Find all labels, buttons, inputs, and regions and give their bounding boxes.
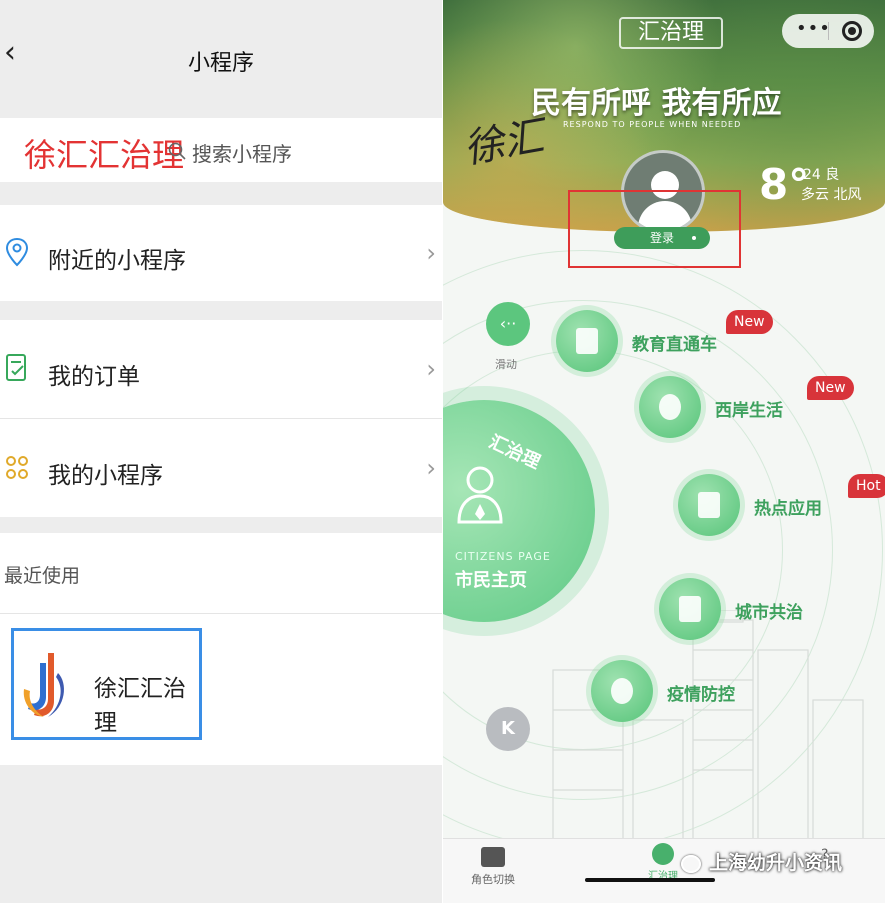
building-icon <box>659 578 721 640</box>
menu-label: 疫情防控 <box>667 685 735 705</box>
cell-label: 附近的小程序 <box>48 248 186 274</box>
mini-program-icon <box>6 456 28 479</box>
new-badge: New <box>726 310 773 334</box>
cell-label: 我的小程序 <box>48 463 163 489</box>
page-title: 小程序 <box>187 51 254 76</box>
weather-condition: 多云 北风 <box>801 187 862 203</box>
cell-nearby-mini-programs[interactable]: 附近的小程序 › <box>0 205 442 301</box>
slogan-en: RESPOND TO PEOPLE WHEN NEEDED <box>563 120 742 129</box>
wechat-icon <box>681 854 701 873</box>
watermark-text: 上海幼升小资讯 <box>709 852 843 874</box>
huizhili-home-screen: 汇治理 ••• 民有所呼 我有所应 RESPOND TO PEOPLE WHEN… <box>443 0 885 903</box>
search-row[interactable]: 徐汇汇治理 搜索小程序 <box>0 118 442 182</box>
recent-section: 最近使用 徐汇汇治理 <box>0 533 442 765</box>
search-query-text: 徐汇汇治理 <box>24 136 185 174</box>
recent-header: 最近使用 <box>4 565 81 587</box>
collapse-button[interactable]: K <box>486 707 530 751</box>
city-skyline-illustration <box>552 610 864 840</box>
more-icon[interactable]: ••• <box>796 18 831 39</box>
mini-program-capsule[interactable]: ••• <box>782 14 874 48</box>
login-label: 登录 <box>649 231 674 245</box>
dot-icon <box>692 236 696 240</box>
heart-leaf-icon <box>639 376 701 438</box>
login-button[interactable]: 登录 <box>614 227 710 249</box>
search-placeholder: 搜索小程序 <box>192 142 292 166</box>
search-icon <box>168 142 186 160</box>
menu-label: 教育直通车 <box>632 335 717 355</box>
app-logo-icon <box>23 653 64 717</box>
citizen-page-cn: 市民主页 <box>455 570 527 591</box>
app-title: 汇治理 <box>619 17 723 49</box>
mini-program-list-screen: ‹ 小程序 徐汇汇治理 搜索小程序 附近的小程序 › 我的订单 › 我的小程序 … <box>0 0 442 903</box>
tab-role-switch[interactable]: 角色切换 <box>463 847 523 887</box>
swipe-arrow-icon: ‹·· <box>499 314 517 333</box>
chevron-right-icon: › <box>426 355 436 383</box>
menu-label: 热点应用 <box>754 499 822 519</box>
chevron-right-icon: › <box>426 454 436 482</box>
cell-label: 我的订单 <box>48 364 140 390</box>
home-indicator <box>585 878 715 882</box>
grid-apps-icon <box>678 474 740 536</box>
role-switch-icon <box>481 847 505 867</box>
nav-bar: ‹ 小程序 <box>0 0 442 115</box>
citizen-person-icon <box>457 466 503 524</box>
weather-aqi: 24 良 <box>803 167 840 183</box>
cell-my-orders[interactable]: 我的订单 › <box>0 320 442 418</box>
collapse-icon: K <box>501 718 515 739</box>
chevron-right-icon: › <box>426 239 436 267</box>
watermark: 上海幼升小资讯 <box>681 848 842 875</box>
slogan: 民有所呼 我有所应 <box>531 86 782 121</box>
tab-huizhili[interactable]: 汇治理 <box>641 843 685 882</box>
swipe-button[interactable]: ‹·· <box>486 302 530 346</box>
tab-label: 角色切换 <box>471 873 515 886</box>
recent-app-name: 徐汇汇治理 <box>94 676 186 736</box>
menu-label: 西岸生活 <box>715 401 783 421</box>
education-icon <box>556 310 618 372</box>
hot-badge: Hot <box>848 474 885 498</box>
capsule-divider <box>828 22 829 40</box>
menu-label: 城市共治 <box>735 603 803 623</box>
cell-my-mini-programs[interactable]: 我的小程序 › <box>0 419 442 517</box>
virus-icon <box>591 660 653 722</box>
swipe-label: 滑动 <box>495 358 517 371</box>
close-target-icon[interactable] <box>842 21 862 41</box>
huizhili-tab-icon <box>652 843 674 865</box>
divider <box>0 613 442 614</box>
location-pin-icon <box>5 237 29 267</box>
recent-app-card[interactable]: 徐汇汇治理 <box>11 628 202 740</box>
order-check-icon <box>6 354 26 381</box>
citizen-page-en: CITIZENS PAGE <box>455 550 551 563</box>
new-badge: New <box>807 376 854 400</box>
